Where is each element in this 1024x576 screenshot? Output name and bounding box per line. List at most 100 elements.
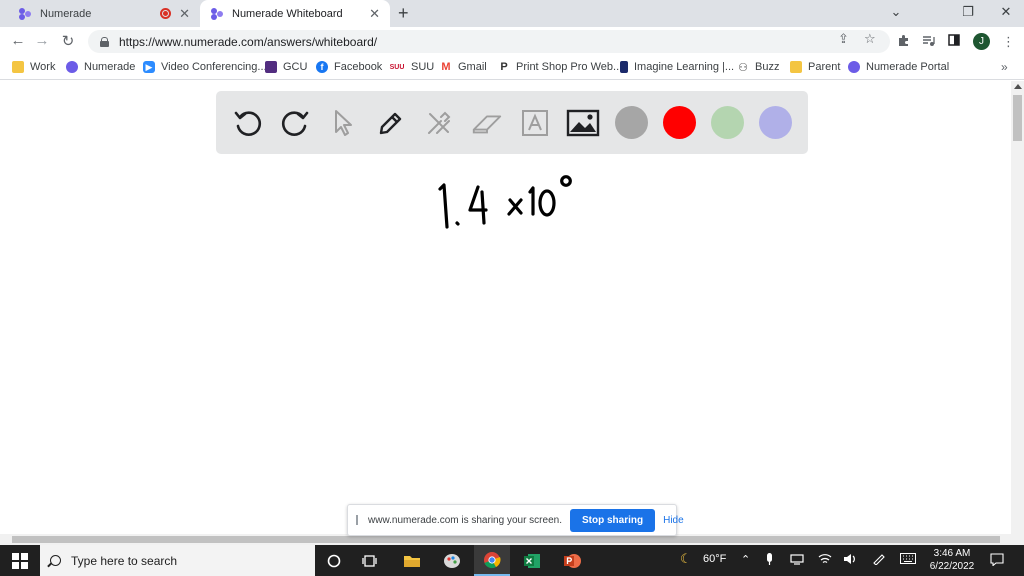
bookmark-label: Gmail xyxy=(458,61,487,73)
media-icon[interactable] xyxy=(922,34,935,50)
excel-icon[interactable] xyxy=(514,545,550,576)
eraser-button[interactable] xyxy=(470,106,504,140)
folder-icon xyxy=(12,61,24,73)
bookmarks-bar: Work Numerade ▶ Video Conferencing... GC… xyxy=(0,56,1024,80)
clock-time: 3:46 AM xyxy=(933,548,971,559)
bookmark-video-conferencing[interactable]: ▶ Video Conferencing... xyxy=(143,61,267,73)
windows-start-icon[interactable] xyxy=(12,553,28,569)
keyboard-icon[interactable] xyxy=(900,553,916,567)
scrollbar-thumb[interactable] xyxy=(12,536,1000,543)
minimize-button[interactable]: ⌄ xyxy=(886,4,906,20)
screen-share-notice: www.numerade.com is sharing your screen.… xyxy=(347,504,684,536)
window-close-button[interactable]: ✕ xyxy=(996,4,1016,20)
paint-icon[interactable] xyxy=(434,545,470,576)
bookmark-print-shop[interactable]: P Print Shop Pro Web... xyxy=(498,61,622,73)
bookmarks-overflow-button[interactable]: » xyxy=(1001,60,1008,74)
chevron-up-icon[interactable]: ⌃ xyxy=(741,553,750,566)
bookmark-gcu[interactable]: GCU xyxy=(265,61,307,73)
image-button[interactable] xyxy=(566,106,600,140)
scrollbar-thumb[interactable] xyxy=(1013,95,1022,141)
pen-menu-icon[interactable] xyxy=(872,553,886,568)
scroll-up-icon[interactable] xyxy=(1014,84,1022,89)
file-explorer-icon[interactable] xyxy=(394,545,430,576)
powerpoint-icon[interactable] xyxy=(554,545,590,576)
microphone-icon[interactable] xyxy=(765,553,774,569)
close-icon[interactable]: ✕ xyxy=(179,6,190,22)
bookmark-suu[interactable]: SUU SUU xyxy=(389,61,435,73)
share-icon[interactable]: ⇪ xyxy=(838,31,849,47)
windows-taskbar: Type here to search ☾ 60°F ⌃ 3:46 AM 6/2… xyxy=(0,545,1024,576)
color-swatch-purple[interactable] xyxy=(759,106,792,139)
pen-button[interactable] xyxy=(374,106,408,140)
color-swatch-green[interactable] xyxy=(711,106,744,139)
drag-handle-icon[interactable] xyxy=(356,515,358,525)
notifications-icon[interactable] xyxy=(990,553,1004,569)
lock-icon xyxy=(100,36,109,47)
new-tab-button[interactable]: + xyxy=(398,3,409,24)
cortana-icon[interactable] xyxy=(316,545,352,576)
bookmark-numerade-portal[interactable]: Numerade Portal xyxy=(848,61,949,73)
undo-button[interactable] xyxy=(231,106,265,140)
color-swatch-gray[interactable] xyxy=(615,106,648,139)
buzz-icon: ⚇ xyxy=(738,61,748,74)
tab-numerade[interactable]: Numerade ✕ xyxy=(8,0,200,27)
moon-weather-icon[interactable]: ☾ xyxy=(680,551,692,567)
bookmark-label: Parent xyxy=(808,61,841,73)
chrome-icon[interactable] xyxy=(474,545,510,576)
numerade-icon xyxy=(210,7,224,21)
side-panel-icon[interactable] xyxy=(948,34,960,49)
whiteboard-toolbar xyxy=(216,91,808,154)
extensions-icon[interactable] xyxy=(897,34,910,50)
bookmark-facebook[interactable]: f Facebook xyxy=(316,61,382,73)
folder-icon xyxy=(790,61,802,73)
system-clock[interactable]: 3:46 AM 6/22/2022 xyxy=(920,547,984,573)
color-swatch-red[interactable] xyxy=(663,106,696,139)
text-button[interactable] xyxy=(518,106,552,140)
gmail-icon: M xyxy=(441,61,451,73)
bookmark-gmail[interactable]: M Gmail xyxy=(440,61,487,73)
url-text[interactable]: https://www.numerade.com/answers/whitebo… xyxy=(119,35,377,49)
wifi-icon[interactable] xyxy=(818,553,832,568)
volume-icon[interactable] xyxy=(843,553,857,568)
taskbar-search-input[interactable]: Type here to search xyxy=(40,545,315,576)
redo-button[interactable] xyxy=(278,106,312,140)
facebook-icon: f xyxy=(316,61,328,73)
stop-sharing-button[interactable]: Stop sharing xyxy=(569,508,656,532)
bookmark-numerade[interactable]: Numerade xyxy=(66,61,135,73)
restore-button[interactable]: ❐ xyxy=(958,4,978,20)
menu-icon[interactable]: ⋮ xyxy=(1002,34,1015,50)
hide-button[interactable]: Hide xyxy=(663,515,684,526)
reload-icon[interactable]: ↻ xyxy=(58,32,78,50)
bookmark-parent[interactable]: Parent xyxy=(790,61,840,73)
tab-numerade-whiteboard[interactable]: Numerade Whiteboard ✕ xyxy=(200,0,390,27)
numerade-icon xyxy=(848,61,860,73)
back-arrow-icon[interactable]: ← xyxy=(8,32,28,49)
bookmark-work[interactable]: Work xyxy=(12,61,55,73)
address-bar[interactable]: https://www.numerade.com/answers/whitebo… xyxy=(88,30,890,53)
browser-tab-strip: Numerade ✕ Numerade Whiteboard ✕ + ⌄ ❐ ✕ xyxy=(0,0,1024,27)
cursor-icon xyxy=(335,110,352,136)
star-icon[interactable]: ☆ xyxy=(864,31,876,47)
task-view-icon[interactable] xyxy=(352,545,388,576)
bookmark-label: Imagine Learning |... xyxy=(634,61,735,73)
bookmark-label: Numerade Portal xyxy=(866,61,950,73)
pen-icon xyxy=(379,112,402,135)
vertical-scrollbar[interactable] xyxy=(1011,81,1024,534)
close-icon[interactable]: ✕ xyxy=(369,6,380,22)
weather-text[interactable]: 60°F xyxy=(703,553,726,565)
recording-icon xyxy=(160,8,172,19)
tools-button[interactable] xyxy=(422,106,456,140)
tools-icon xyxy=(428,111,451,134)
forward-arrow-icon[interactable]: → xyxy=(32,32,52,49)
gcu-icon xyxy=(265,61,277,73)
search-icon xyxy=(50,555,61,566)
bookmark-label: Video Conferencing... xyxy=(161,61,267,73)
bookmark-imagine-learning[interactable]: Imagine Learning |... xyxy=(620,61,734,73)
text-icon xyxy=(522,110,548,136)
browser-toolbar: ← → ↻ https://www.numerade.com/answers/w… xyxy=(0,27,1024,56)
bookmark-buzz[interactable]: ⚇ Buzz xyxy=(737,61,779,74)
video-icon: ▶ xyxy=(143,61,155,73)
select-button[interactable] xyxy=(326,106,360,140)
avatar[interactable]: J xyxy=(973,33,990,50)
network-icon[interactable] xyxy=(790,553,804,568)
